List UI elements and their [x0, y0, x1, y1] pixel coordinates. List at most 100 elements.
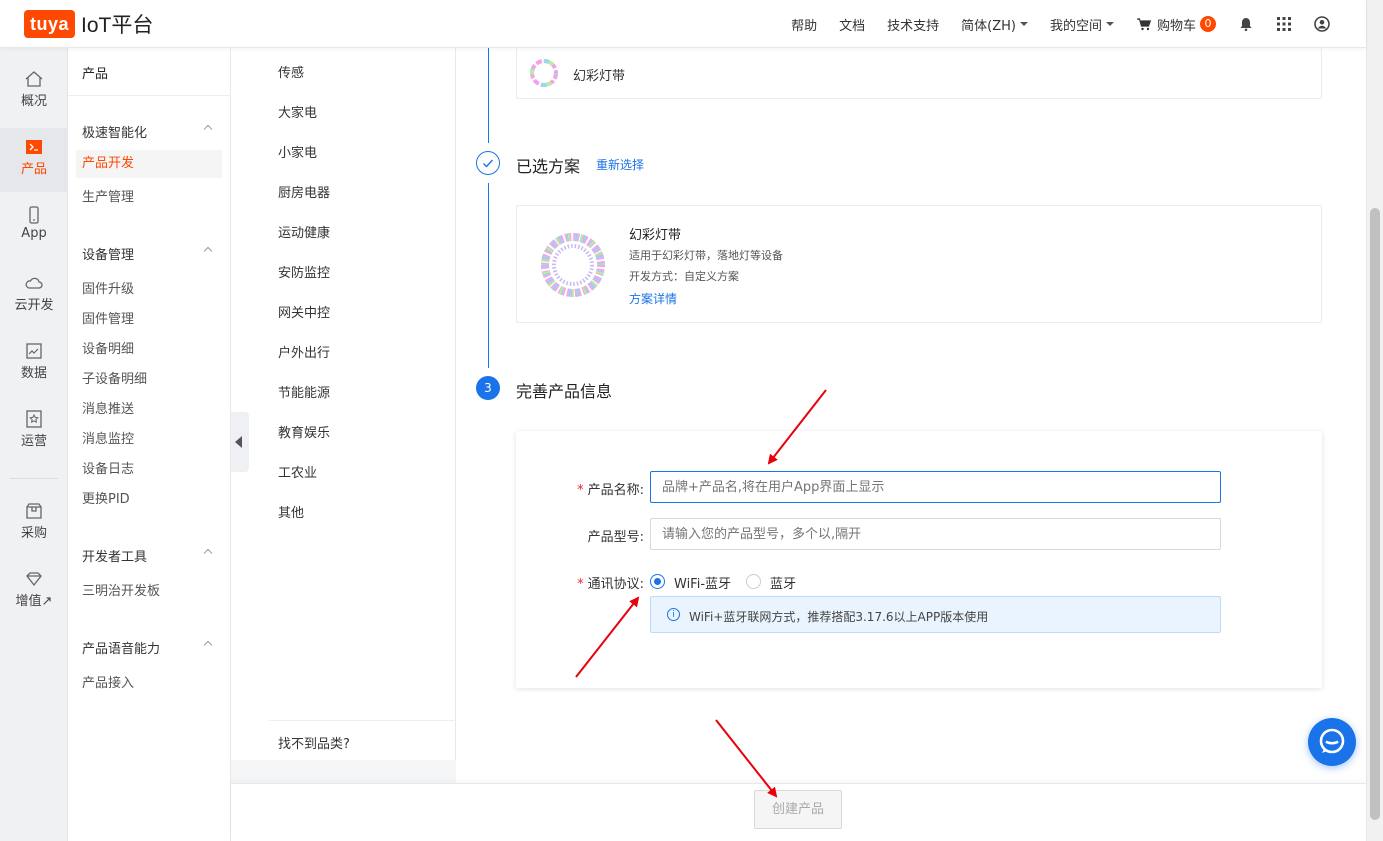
- subnav-item-product-dev[interactable]: 产品开发: [76, 150, 222, 178]
- reselect-link[interactable]: 重新选择: [596, 156, 644, 173]
- check-icon: [483, 159, 494, 168]
- nav-value-added[interactable]: 增值↗: [0, 560, 68, 624]
- category-item[interactable]: 其他: [278, 502, 304, 521]
- radio-ble-label[interactable]: 蓝牙: [770, 573, 796, 592]
- info-text: WiFi+蓝牙联网方式，推荐搭配3.17.6以上APP版本使用: [689, 610, 989, 624]
- chevron-up-icon: [203, 246, 213, 256]
- required-mark: *: [577, 483, 584, 498]
- collapse-panel-toggle[interactable]: [231, 412, 249, 472]
- subnav-item-change-pid[interactable]: 更换PID: [82, 488, 130, 507]
- nav-product[interactable]: 产品: [0, 128, 68, 192]
- rainbow-ring-icon: [530, 59, 558, 87]
- chevron-down-icon: [1019, 22, 1028, 26]
- language-dropdown[interactable]: 简体(ZH): [961, 15, 1028, 34]
- my-space-dropdown[interactable]: 我的空间: [1050, 15, 1114, 34]
- subnav-item-message-push[interactable]: 消息推送: [82, 398, 134, 417]
- product-info-form: [516, 431, 1322, 688]
- nav-label: 增值↗: [15, 594, 53, 609]
- subnav-item-firmware-upgrade[interactable]: 固件升级: [82, 278, 134, 297]
- nav-data[interactable]: 数据: [0, 332, 68, 396]
- radio-wifi-ble[interactable]: [650, 574, 665, 589]
- category-panel: 传感 大家电 小家电 厨房电器 运动健康 安防监控 网关中控 户外出行 节能能源…: [231, 48, 456, 760]
- chevron-up-icon: [203, 124, 213, 134]
- top-bar: tuya IoT平台 帮助 文档 技术支持 简体(ZH) 我的空间 购物车 0: [0, 0, 1366, 48]
- nav-app[interactable]: App: [0, 196, 68, 260]
- brand-logo[interactable]: tuya IoT平台: [24, 10, 153, 38]
- phone-icon: [29, 206, 39, 224]
- subnav-item-product-access[interactable]: 产品接入: [82, 672, 134, 691]
- nav-operation[interactable]: 运营: [0, 400, 68, 464]
- subnav-item-device-detail[interactable]: 设备明细: [82, 338, 134, 357]
- chart-icon: [26, 343, 42, 359]
- nav-cloud[interactable]: 云开发: [0, 264, 68, 328]
- solution-description: 适用于幻彩灯带，落地灯等设备: [629, 249, 783, 262]
- cart-icon: [1136, 18, 1152, 31]
- nav-label: 概况: [20, 94, 47, 109]
- support-link[interactable]: 技术支持: [887, 15, 939, 34]
- subnav-group-fast-smart[interactable]: 极速智能化: [82, 122, 217, 141]
- nav-label: 云开发: [14, 298, 54, 313]
- nav-label: App: [21, 226, 47, 241]
- chevron-down-icon: [1105, 22, 1114, 26]
- radio-ble[interactable]: [746, 574, 761, 589]
- category-item[interactable]: 网关中控: [278, 302, 330, 321]
- star-board-icon: [26, 410, 42, 428]
- chat-support-button[interactable]: [1308, 718, 1356, 766]
- subnav-item-firmware-mgmt[interactable]: 固件管理: [82, 308, 134, 327]
- product-name-input[interactable]: [650, 471, 1221, 503]
- subnav-item-message-monitor[interactable]: 消息监控: [82, 428, 134, 447]
- page-scrollbar[interactable]: [1366, 0, 1383, 841]
- home-icon: [25, 71, 43, 87]
- subnav-item-sandwich-board[interactable]: 三明治开发板: [82, 580, 160, 599]
- subnav-item-device-log[interactable]: 设备日志: [82, 458, 134, 477]
- product-sub-nav: 产品 极速智能化 产品开发 生产管理 设备管理 固件升级 固件管理 设备明细 子…: [68, 48, 231, 841]
- my-space-label: 我的空间: [1049, 18, 1102, 34]
- category-not-found-link[interactable]: 找不到品类?: [278, 733, 350, 752]
- subnav-group-device-mgmt[interactable]: 设备管理: [82, 244, 217, 263]
- category-item[interactable]: 大家电: [278, 102, 317, 121]
- platform-title: IoT平台: [81, 14, 154, 37]
- category-item[interactable]: 工农业: [278, 462, 317, 481]
- category-item[interactable]: 教育娱乐: [278, 422, 330, 441]
- step-connector-line: [488, 48, 489, 143]
- category-item[interactable]: 户外出行: [278, 342, 330, 361]
- cart-button[interactable]: 购物车 0: [1136, 15, 1216, 34]
- terminal-icon: [26, 140, 42, 154]
- create-product-button[interactable]: 创建产品: [754, 790, 842, 829]
- nav-overview[interactable]: 概况: [0, 60, 68, 124]
- product-model-input[interactable]: [650, 518, 1221, 550]
- complete-info-title: 完善产品信息: [516, 382, 613, 401]
- info-icon: i: [667, 608, 680, 621]
- diamond-icon: [26, 572, 42, 587]
- category-item[interactable]: 小家电: [278, 142, 317, 161]
- solution-dev-method: 开发方式：自定义方案: [629, 270, 739, 283]
- chat-icon: [1319, 728, 1345, 754]
- category-item[interactable]: 传感: [278, 62, 304, 81]
- top-solution-card[interactable]: 幻彩灯带: [516, 48, 1322, 99]
- solution-detail-link[interactable]: 方案详情: [629, 290, 677, 307]
- user-avatar-button[interactable]: [1314, 16, 1330, 32]
- bell-icon: [1240, 18, 1252, 32]
- subnav-group-voice[interactable]: 产品语音能力: [82, 638, 217, 657]
- scrollbar-thumb[interactable]: [1370, 208, 1380, 820]
- subnav-item-subdevice-detail[interactable]: 子设备明细: [82, 368, 147, 387]
- nav-purchase[interactable]: 采购: [0, 492, 68, 556]
- help-link[interactable]: 帮助: [791, 15, 817, 34]
- subnav-group-dev-tools[interactable]: 开发者工具: [82, 546, 217, 565]
- category-item[interactable]: 厨房电器: [278, 182, 330, 201]
- docs-link[interactable]: 文档: [839, 15, 865, 34]
- nav-label: 数据: [20, 366, 47, 381]
- chevron-up-icon: [203, 640, 213, 650]
- notification-button[interactable]: [1238, 16, 1254, 32]
- category-item[interactable]: 运动健康: [278, 222, 330, 241]
- subnav-item-production[interactable]: 生产管理: [82, 186, 134, 205]
- cart-count-badge: 0: [1200, 16, 1216, 32]
- group-title: 设备管理: [82, 248, 135, 263]
- apps-grid-button[interactable]: [1276, 16, 1292, 32]
- category-item[interactable]: 安防监控: [278, 262, 330, 281]
- left-icon-nav: 概况 产品 App 云开发 数据 运营 采购 增值↗: [0, 48, 68, 841]
- radio-wifi-ble-label[interactable]: WiFi-蓝牙: [674, 573, 731, 592]
- subnav-divider: [68, 95, 231, 96]
- category-item[interactable]: 节能能源: [278, 382, 330, 401]
- chevron-up-icon: [203, 548, 213, 558]
